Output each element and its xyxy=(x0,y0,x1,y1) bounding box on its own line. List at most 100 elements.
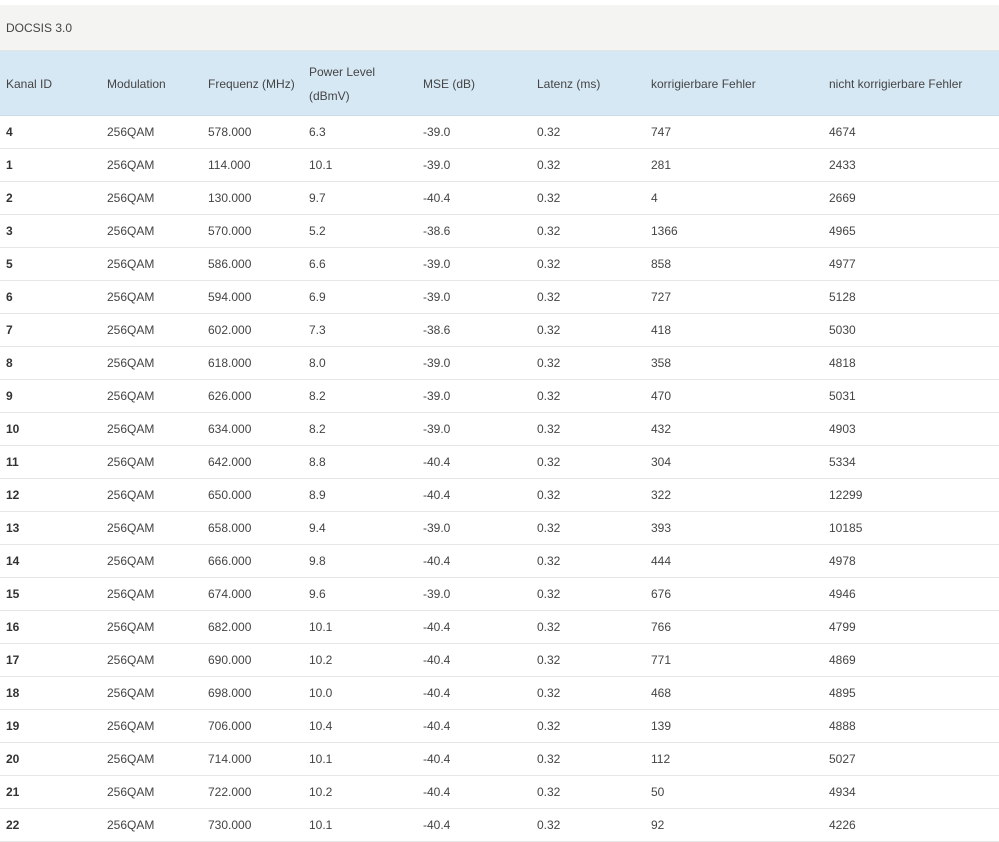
latenz-cell: 0.32 xyxy=(537,455,561,469)
korrigierbare-fehler-cell: 468 xyxy=(651,686,672,700)
mse-cell: -39.0 xyxy=(423,158,451,172)
nicht-korrigierbare-fehler-cell: 4965 xyxy=(829,224,856,238)
frequenz-cell: 706.000 xyxy=(208,719,252,733)
section-header: DOCSIS 3.0 xyxy=(0,5,999,51)
modulation-cell: 256QAM xyxy=(107,323,155,337)
table-row: 18 256QAM 698.000 10.0 -40.4 0.32 468 4895 xyxy=(0,677,999,710)
latenz-cell: 0.32 xyxy=(537,191,561,205)
table-row: 13 256QAM 658.000 9.4 -39.0 0.32 393 10185 xyxy=(0,512,999,545)
kanal-id-cell: 10 xyxy=(6,422,20,436)
latenz-cell: 0.32 xyxy=(537,257,561,271)
kanal-id-cell: 18 xyxy=(6,686,20,700)
nicht-korrigierbare-fehler-cell: 4978 xyxy=(829,554,856,568)
table-row: 11 256QAM 642.000 8.8 -40.4 0.32 304 5334 xyxy=(0,446,999,479)
frequenz-cell: 602.000 xyxy=(208,323,252,337)
mse-cell: -40.4 xyxy=(423,686,451,700)
column-header-power-level: Power Level (dBmV) xyxy=(309,51,375,116)
power-level-cell: 10.2 xyxy=(309,653,333,667)
column-header-power-level-line2: (dBmV) xyxy=(309,88,350,103)
nicht-korrigierbare-fehler-cell: 2433 xyxy=(829,158,856,172)
korrigierbare-fehler-cell: 676 xyxy=(651,587,672,601)
latenz-cell: 0.32 xyxy=(537,125,561,139)
frequenz-cell: 674.000 xyxy=(208,587,252,601)
korrigierbare-fehler-cell: 358 xyxy=(651,356,672,370)
nicht-korrigierbare-fehler-cell: 5031 xyxy=(829,389,856,403)
power-level-cell: 9.4 xyxy=(309,521,326,535)
table-row: 17 256QAM 690.000 10.2 -40.4 0.32 771 4869 xyxy=(0,644,999,677)
frequenz-cell: 650.000 xyxy=(208,488,252,502)
mse-cell: -40.4 xyxy=(423,620,451,634)
column-header-frequenz: Frequenz (MHz) xyxy=(208,76,295,91)
mse-cell: -40.4 xyxy=(423,554,451,568)
latenz-cell: 0.32 xyxy=(537,356,561,370)
power-level-cell: 10.1 xyxy=(309,620,333,634)
mse-cell: -39.0 xyxy=(423,521,451,535)
column-header-power-level-line1: Power Level xyxy=(309,64,376,79)
power-level-cell: 10.1 xyxy=(309,752,333,766)
latenz-cell: 0.32 xyxy=(537,422,561,436)
modulation-cell: 256QAM xyxy=(107,191,155,205)
power-level-cell: 8.2 xyxy=(309,389,326,403)
modulation-cell: 256QAM xyxy=(107,257,155,271)
latenz-cell: 0.32 xyxy=(537,389,561,403)
power-level-cell: 9.8 xyxy=(309,554,326,568)
modulation-cell: 256QAM xyxy=(107,620,155,634)
modulation-cell: 256QAM xyxy=(107,158,155,172)
frequenz-cell: 586.000 xyxy=(208,257,252,271)
latenz-cell: 0.32 xyxy=(537,521,561,535)
power-level-cell: 10.0 xyxy=(309,686,333,700)
nicht-korrigierbare-fehler-cell: 4977 xyxy=(829,257,856,271)
mse-cell: -40.4 xyxy=(423,455,451,469)
mse-cell: -39.0 xyxy=(423,356,451,370)
nicht-korrigierbare-fehler-cell: 5128 xyxy=(829,290,856,304)
modulation-cell: 256QAM xyxy=(107,290,155,304)
modulation-cell: 256QAM xyxy=(107,488,155,502)
latenz-cell: 0.32 xyxy=(537,323,561,337)
kanal-id-cell: 5 xyxy=(6,257,13,271)
kanal-id-cell: 6 xyxy=(6,290,13,304)
column-header-modulation: Modulation xyxy=(107,76,166,91)
table-row: 2 256QAM 130.000 9.7 -40.4 0.32 4 2669 xyxy=(0,182,999,215)
frequenz-cell: 634.000 xyxy=(208,422,252,436)
modulation-cell: 256QAM xyxy=(107,455,155,469)
korrigierbare-fehler-cell: 418 xyxy=(651,323,672,337)
modulation-cell: 256QAM xyxy=(107,521,155,535)
korrigierbare-fehler-cell: 139 xyxy=(651,719,672,733)
korrigierbare-fehler-cell: 393 xyxy=(651,521,672,535)
frequenz-cell: 682.000 xyxy=(208,620,252,634)
korrigierbare-fehler-cell: 322 xyxy=(651,488,672,502)
korrigierbare-fehler-cell: 747 xyxy=(651,125,672,139)
mse-cell: -39.0 xyxy=(423,389,451,403)
korrigierbare-fehler-cell: 92 xyxy=(651,818,665,832)
table-row: 1 256QAM 114.000 10.1 -39.0 0.32 281 2433 xyxy=(0,149,999,182)
nicht-korrigierbare-fehler-cell: 4903 xyxy=(829,422,856,436)
power-level-cell: 6.6 xyxy=(309,257,326,271)
korrigierbare-fehler-cell: 771 xyxy=(651,653,672,667)
frequenz-cell: 730.000 xyxy=(208,818,252,832)
mse-cell: -40.4 xyxy=(423,488,451,502)
column-header-nicht-korrigierbare-fehler: nicht korrigierbare Fehler xyxy=(829,76,963,91)
latenz-cell: 0.32 xyxy=(537,488,561,502)
nicht-korrigierbare-fehler-cell: 4799 xyxy=(829,620,856,634)
kanal-id-cell: 16 xyxy=(6,620,20,634)
nicht-korrigierbare-fehler-cell: 4818 xyxy=(829,356,856,370)
modulation-cell: 256QAM xyxy=(107,224,155,238)
power-level-cell: 6.3 xyxy=(309,125,326,139)
column-header-korrigierbare-fehler: korrigierbare Fehler xyxy=(651,76,756,91)
korrigierbare-fehler-cell: 858 xyxy=(651,257,672,271)
latenz-cell: 0.32 xyxy=(537,686,561,700)
table-row: 4 256QAM 578.000 6.3 -39.0 0.32 747 4674 xyxy=(0,116,999,149)
kanal-id-cell: 7 xyxy=(6,323,13,337)
kanal-id-cell: 20 xyxy=(6,752,20,766)
table-row: 14 256QAM 666.000 9.8 -40.4 0.32 444 4978 xyxy=(0,545,999,578)
kanal-id-cell: 19 xyxy=(6,719,20,733)
korrigierbare-fehler-cell: 1366 xyxy=(651,224,678,238)
frequenz-cell: 698.000 xyxy=(208,686,252,700)
power-level-cell: 8.2 xyxy=(309,422,326,436)
korrigierbare-fehler-cell: 50 xyxy=(651,785,665,799)
nicht-korrigierbare-fehler-cell: 5027 xyxy=(829,752,856,766)
frequenz-cell: 666.000 xyxy=(208,554,252,568)
korrigierbare-fehler-cell: 444 xyxy=(651,554,672,568)
power-level-cell: 9.7 xyxy=(309,191,326,205)
kanal-id-cell: 4 xyxy=(6,125,13,139)
